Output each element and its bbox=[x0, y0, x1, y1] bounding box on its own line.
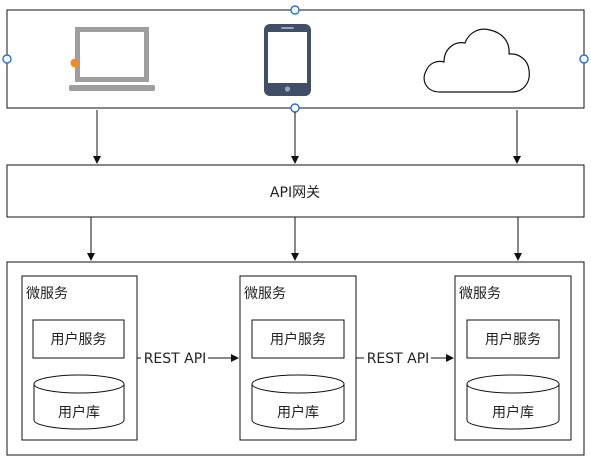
user-db-label: 用户库 bbox=[277, 404, 319, 421]
phone-icon bbox=[264, 24, 311, 96]
user-service-label: 用户服务 bbox=[485, 331, 541, 348]
rest-api-label: REST API bbox=[144, 351, 207, 367]
api-gateway-label: API网关 bbox=[270, 185, 320, 201]
microservice-title: 微服务 bbox=[244, 286, 286, 302]
resize-handle-top[interactable] bbox=[290, 5, 300, 15]
microservice-title: 微服务 bbox=[26, 286, 68, 302]
user-db-label: 用户库 bbox=[58, 404, 100, 421]
microservice-3[interactable]: 微服务 用户服务 用户库 bbox=[454, 275, 572, 441]
resize-handle-bottom[interactable] bbox=[290, 103, 300, 113]
microservice-title: 微服务 bbox=[459, 286, 501, 302]
laptop-icon bbox=[69, 27, 155, 91]
rest-api-label: REST API bbox=[367, 351, 430, 367]
user-service-label: 用户服务 bbox=[51, 331, 107, 348]
resize-handle-right[interactable] bbox=[579, 54, 589, 64]
user-db-label: 用户库 bbox=[492, 404, 534, 421]
architecture-diagram: API网关 微服务 用户服务 用户库 微服务 用户服务 用户库 微服务 用户服务 bbox=[2, 5, 589, 456]
user-service-label: 用户服务 bbox=[270, 331, 326, 348]
microservice-2[interactable]: 微服务 用户服务 用户库 bbox=[239, 275, 357, 441]
microservice-1[interactable]: 微服务 用户服务 用户库 bbox=[21, 275, 138, 441]
laptop-status-dot bbox=[70, 58, 80, 68]
resize-handle-left[interactable] bbox=[2, 54, 12, 64]
